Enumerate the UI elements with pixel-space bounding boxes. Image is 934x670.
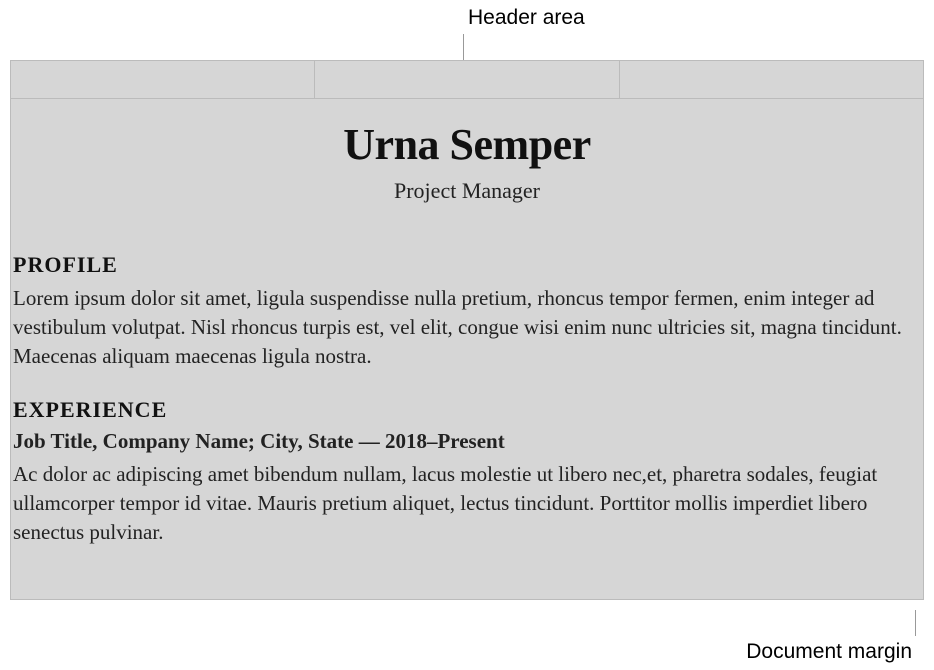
annotation-document-margin-label: Document margin (746, 640, 912, 664)
profile-body-text[interactable]: Lorem ipsum dolor sit amet, ligula suspe… (11, 284, 923, 371)
header-cell-right[interactable] (620, 61, 923, 98)
document-content: Urna Semper Project Manager PROFILE Lore… (11, 119, 923, 547)
experience-job-line[interactable]: Job Title, Company Name; City, State — 2… (11, 429, 923, 454)
annotation-header-area-tick (463, 34, 464, 60)
section-heading-profile[interactable]: PROFILE (11, 252, 923, 278)
annotation-document-margin-tick (915, 610, 916, 636)
header-area[interactable] (11, 61, 923, 99)
annotation-header-area-label: Header area (468, 6, 585, 30)
section-heading-experience[interactable]: EXPERIENCE (11, 397, 923, 423)
document-body[interactable]: Urna Semper Project Manager PROFILE Lore… (11, 99, 923, 547)
header-cell-left[interactable] (11, 61, 315, 98)
document-page: Urna Semper Project Manager PROFILE Lore… (10, 60, 924, 600)
experience-body-text[interactable]: Ac dolor ac adipiscing amet bibendum nul… (11, 460, 923, 547)
person-name[interactable]: Urna Semper (11, 119, 923, 170)
person-title[interactable]: Project Manager (11, 178, 923, 204)
header-cell-center[interactable] (315, 61, 619, 98)
